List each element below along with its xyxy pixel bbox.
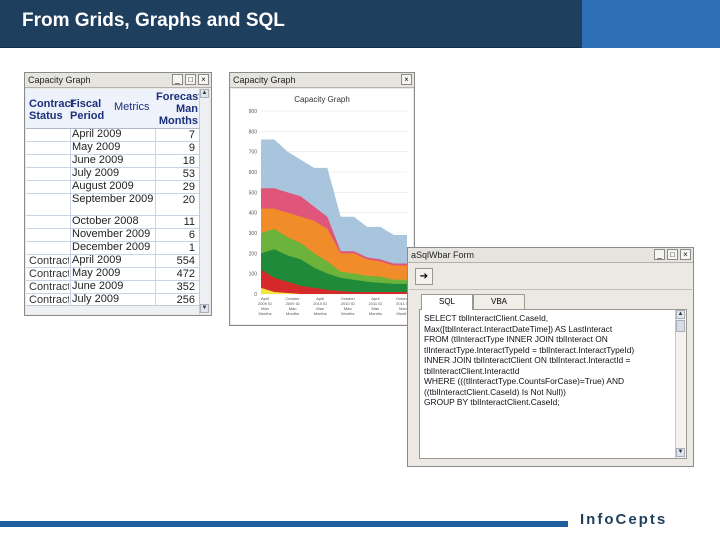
scroll-thumb[interactable] [676, 320, 685, 332]
cell-forecast-value: 18 [182, 155, 195, 167]
graph-window-titlebar[interactable]: Capacity Graph × [230, 73, 414, 88]
x-tick-label: Months [369, 311, 382, 316]
title-bar: From Grids, Graphs and SQL [0, 0, 582, 48]
close-button[interactable]: × [198, 74, 209, 85]
sql-window-titlebar[interactable]: aSqlWbar Form _ □ × [408, 248, 693, 263]
cell-contract-status: Contract [29, 268, 69, 280]
cell-forecast-value: 6 [188, 229, 195, 241]
grid-window-titlebar[interactable]: Capacity Graph _ □ × [25, 73, 211, 88]
cell-forecast-value: 7 [188, 129, 195, 141]
maximize-button[interactable]: □ [185, 74, 196, 85]
cell-forecast-value: 29 [182, 181, 195, 193]
sql-window-title: aSqlWbar Form [411, 250, 475, 260]
x-tick-label: Months [286, 311, 299, 316]
x-tick-label: Months [314, 311, 327, 316]
slide-title: From Grids, Graphs and SQL [22, 10, 285, 31]
arrow-down-icon[interactable]: ▼ [200, 304, 209, 313]
y-tick-label: 200 [249, 251, 258, 257]
cell-fiscal-period: June 2009 [72, 280, 124, 292]
footer-rule [0, 521, 568, 527]
header-fiscal-period[interactable]: Fiscal Period [70, 98, 110, 122]
cell-fiscal-period: September 2009 [72, 193, 154, 205]
cell-contract-status: Contract [29, 255, 69, 267]
grid-header: Contract Status Fiscal Period Metrics Fo… [26, 89, 202, 129]
vertical-scrollbar[interactable]: ▲ ▼ [199, 89, 209, 314]
sql-window[interactable]: aSqlWbar Form _ □ × ➔ SQL VBA SELECT tbl… [407, 247, 694, 467]
cell-fiscal-period: August 2009 [72, 180, 134, 192]
graph-window[interactable]: Capacity Graph × Capacity Graph 0 100 200 3… [229, 72, 415, 326]
cell-forecast-value: 9 [188, 142, 195, 154]
column-divider [70, 129, 71, 314]
editor-scrollbar[interactable]: ▲ ▼ [675, 310, 686, 458]
cell-forecast-value: 53 [182, 168, 195, 180]
grid-window-title: Capacity Graph [28, 75, 91, 85]
y-tick-label: 800 [249, 129, 258, 135]
horizontal-scrollbar[interactable] [26, 305, 199, 314]
cell-forecast-value: 20 [182, 194, 195, 206]
arrow-up-icon[interactable]: ▲ [200, 89, 209, 98]
grid-rows: April 2009 7 May 2009 9 June 2009 18 July 2009… [26, 129, 199, 307]
y-tick-label: 300 [249, 231, 258, 237]
title-accent-block [582, 0, 720, 48]
close-button[interactable]: × [401, 74, 412, 85]
y-tick-label: 600 [249, 170, 258, 176]
data-grid[interactable]: Contract Status Fiscal Period Metrics Fo… [26, 89, 209, 314]
y-tick-label: 400 [249, 211, 258, 217]
y-tick-label: 0 [254, 292, 257, 298]
play-arrow-icon[interactable]: ➔ [415, 268, 433, 285]
sql-toolbar: ➔ [409, 264, 692, 290]
cell-contract-status: Contract [29, 281, 69, 293]
minimize-button[interactable]: _ [172, 74, 183, 85]
minimize-button[interactable]: _ [654, 249, 665, 260]
sql-editor[interactable]: SELECT tblInteractClient.CaseId, Max([tb… [419, 309, 687, 459]
cell-fiscal-period: April 2009 [72, 254, 122, 266]
cell-fiscal-period: May 2009 [72, 267, 121, 279]
graph-window-title: Capacity Graph [233, 75, 296, 85]
cell-fiscal-period: July 2009 [72, 293, 120, 305]
cell-forecast-value: 1 [188, 242, 195, 254]
x-tick-label: Months [341, 311, 354, 316]
capacity-area-chart: 0100200300400500600700800900April2009 ID… [249, 109, 411, 316]
cell-fiscal-period: April 2009 [72, 128, 122, 140]
tab-vba[interactable]: VBA [473, 294, 525, 309]
table-row[interactable]: September 2009 20 [26, 194, 199, 216]
y-tick-label: 500 [249, 190, 258, 196]
cell-fiscal-period: May 2009 [72, 141, 121, 153]
cell-fiscal-period: July 2009 [72, 167, 120, 179]
cell-forecast-value: 352 [176, 281, 195, 293]
maximize-button[interactable]: □ [667, 249, 678, 260]
slide: From Grids, Graphs and SQL Capacity Grap… [0, 0, 720, 540]
cell-forecast-value: 554 [176, 255, 195, 267]
header-metrics[interactable]: Metrics [114, 101, 149, 113]
column-divider [155, 129, 156, 314]
cell-fiscal-period: December 2009 [72, 241, 151, 253]
cell-fiscal-period: November 2009 [72, 228, 151, 240]
arrow-down-icon[interactable]: ▼ [676, 448, 685, 457]
grid-window[interactable]: Capacity Graph _ □ × Contract Status Fis… [24, 72, 212, 316]
y-tick-label: 900 [249, 109, 258, 115]
header-contract-status[interactable]: Contract Status [29, 98, 74, 122]
chart-area: Capacity Graph 0 100 200 300 400 500 600 700 800… [231, 89, 413, 324]
y-tick-label: 700 [249, 150, 258, 156]
sql-form-body: ➔ SQL VBA SELECT tblInteractClient.CaseI… [409, 264, 692, 465]
header-forecast[interactable]: Forecast Man Months [156, 91, 202, 127]
cell-forecast-value: 11 [183, 216, 195, 228]
cell-forecast-value: 472 [176, 268, 195, 280]
x-tick-label: Months [258, 311, 271, 316]
infocepts-logo: InfoCepts [580, 511, 668, 528]
close-button[interactable]: × [680, 249, 691, 260]
cell-fiscal-period: June 2009 [72, 154, 124, 166]
cell-fiscal-period: October 2008 [72, 215, 139, 227]
sql-text[interactable]: SELECT tblInteractClient.CaseId, Max([tb… [424, 313, 634, 408]
y-tick-label: 100 [249, 272, 258, 278]
arrow-up-icon[interactable]: ▲ [676, 310, 685, 319]
tab-sql[interactable]: SQL [421, 294, 473, 310]
